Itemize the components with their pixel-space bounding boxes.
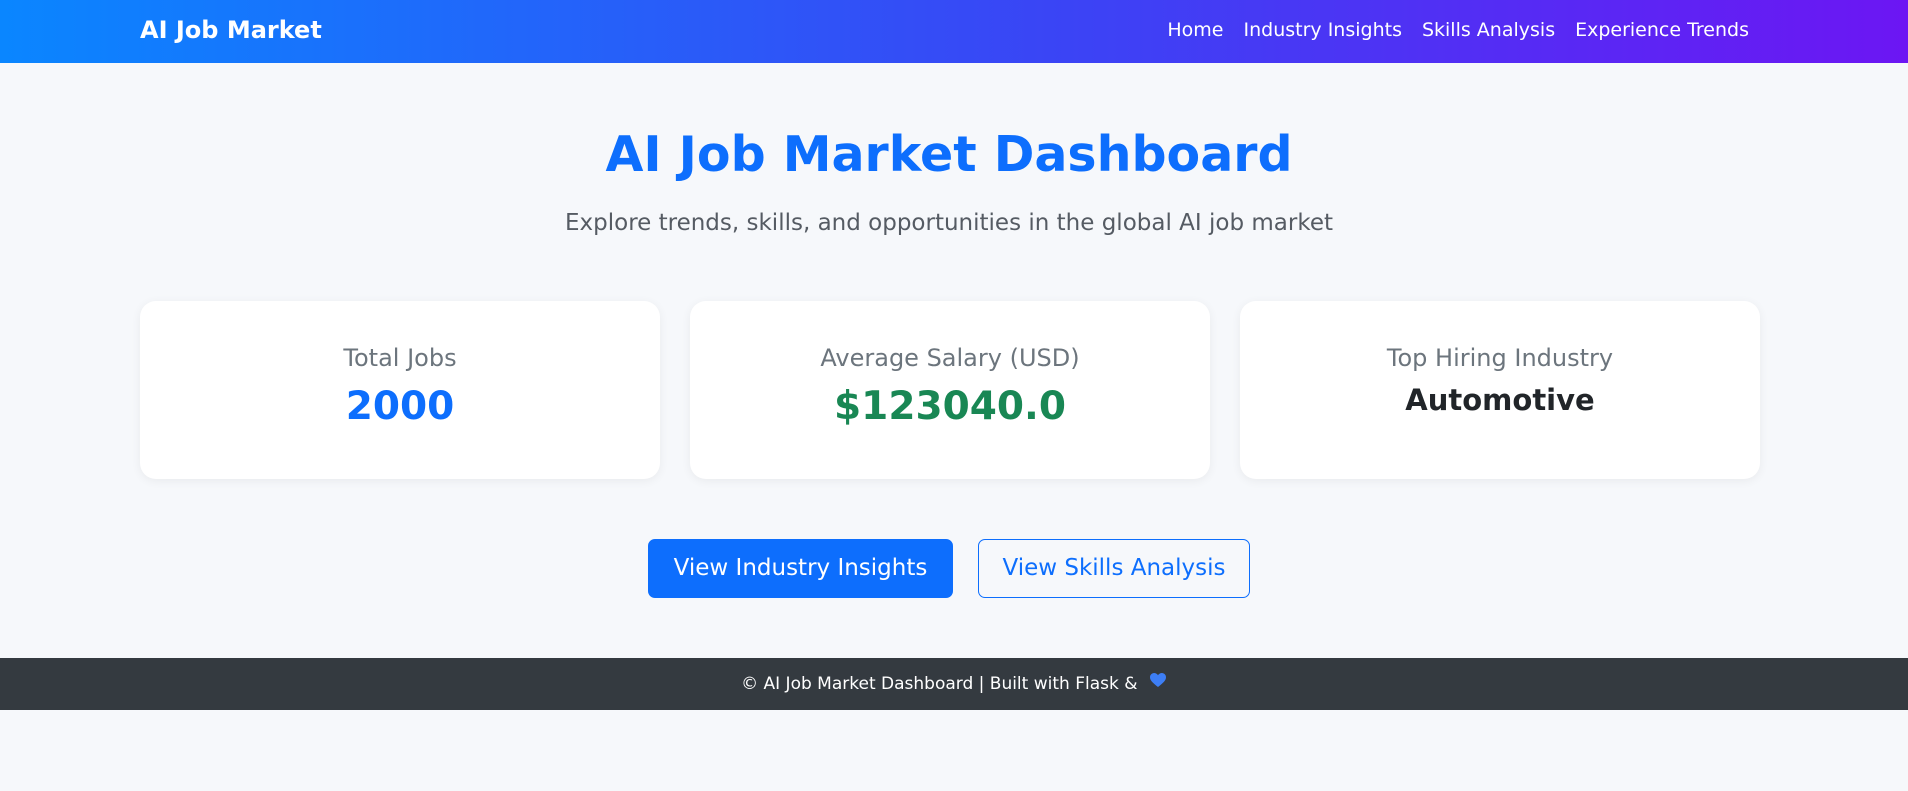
brand-logo[interactable]: AI Job Market bbox=[140, 14, 322, 46]
footer: © AI Job Market Dashboard | Built with F… bbox=[0, 658, 1908, 710]
stat-label: Average Salary (USD) bbox=[820, 344, 1080, 372]
nav-link-experience-trends[interactable]: Experience Trends bbox=[1575, 17, 1749, 43]
blue-heart-icon bbox=[1149, 657, 1167, 709]
stat-card-average-salary: Average Salary (USD) $123040.0 bbox=[690, 301, 1210, 479]
stat-card-top-hiring-industry: Top Hiring Industry Automotive bbox=[1240, 301, 1760, 479]
navbar: AI Job Market Home Industry Insights Ski… bbox=[0, 0, 1908, 63]
page-title: AI Job Market Dashboard bbox=[605, 126, 1293, 183]
footer-text: © AI Job Market Dashboard | Built with F… bbox=[741, 674, 1138, 694]
nav-links: Home Industry Insights Skills Analysis E… bbox=[1167, 17, 1749, 43]
stat-value: $123040.0 bbox=[834, 384, 1066, 429]
nav-link-home[interactable]: Home bbox=[1167, 17, 1223, 43]
nav-link-industry-insights[interactable]: Industry Insights bbox=[1244, 17, 1402, 43]
stat-label: Top Hiring Industry bbox=[1386, 344, 1614, 372]
stat-value: 2000 bbox=[345, 384, 455, 429]
view-skills-analysis-button[interactable]: View Skills Analysis bbox=[978, 539, 1250, 598]
stat-card-total-jobs: Total Jobs 2000 bbox=[140, 301, 660, 479]
page-subtitle: Explore trends, skills, and opportunitie… bbox=[564, 210, 1333, 236]
view-industry-insights-button[interactable]: View Industry Insights bbox=[648, 539, 953, 598]
stat-label: Total Jobs bbox=[343, 344, 457, 372]
nav-link-skills-analysis[interactable]: Skills Analysis bbox=[1422, 17, 1555, 43]
stat-value: Automotive bbox=[1405, 383, 1595, 417]
